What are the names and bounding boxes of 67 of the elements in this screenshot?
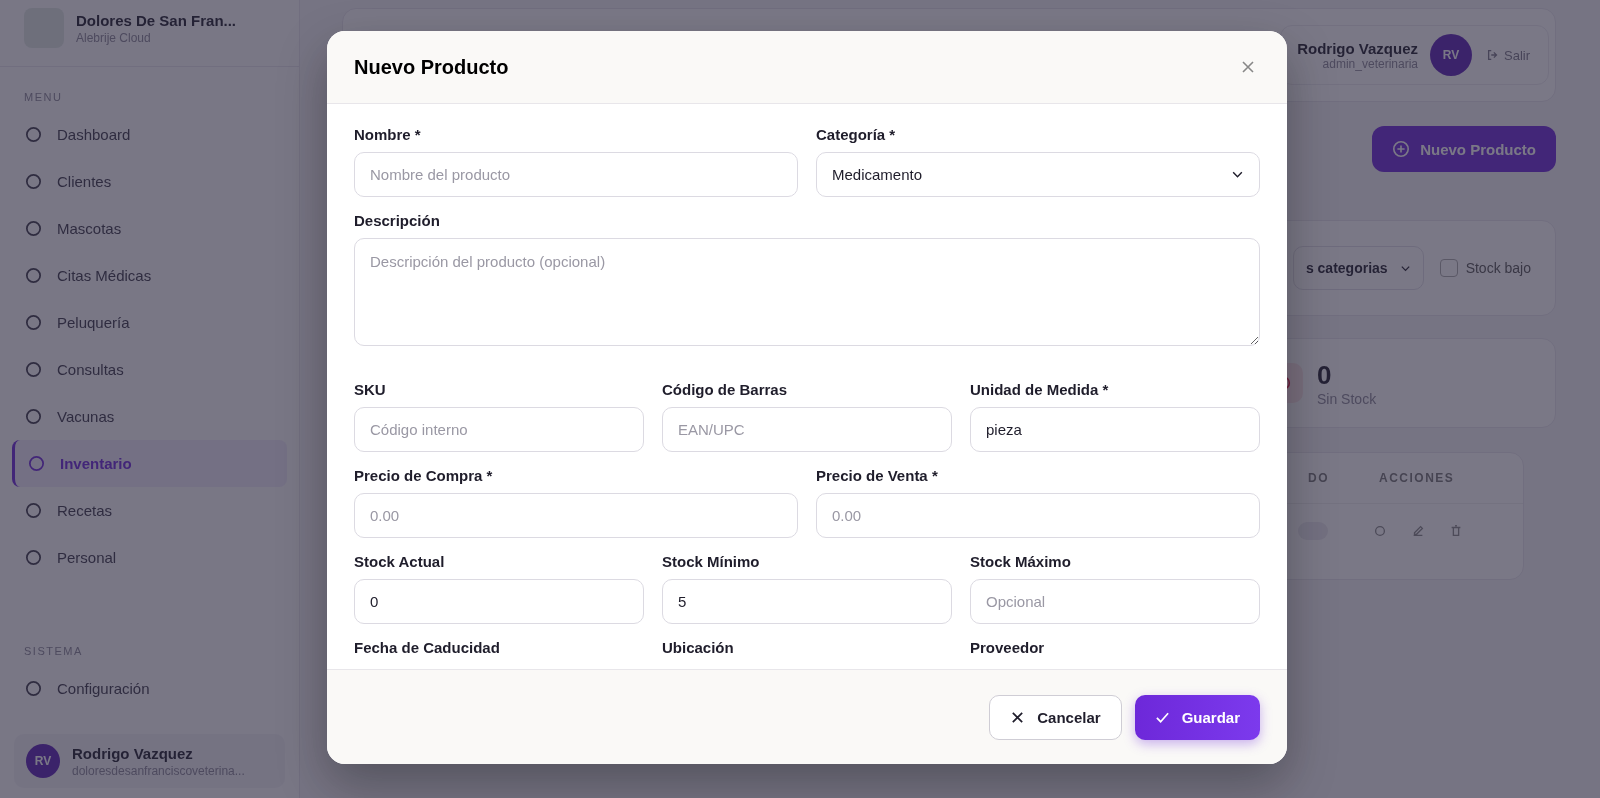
- delete-icon[interactable]: [1449, 524, 1463, 538]
- field-label: Precio de Venta *: [816, 467, 939, 484]
- field-label: Proveedor: [970, 639, 1046, 656]
- nav-icon: [24, 266, 43, 285]
- user-name: Rodrigo Vazquez: [1297, 39, 1418, 57]
- field-label: Categoría *: [816, 126, 897, 143]
- low-stock-checkbox[interactable]: [1439, 259, 1458, 277]
- nav-item[interactable]: Peluquería: [12, 299, 287, 346]
- text-field[interactable]: 5: [662, 579, 952, 624]
- nav-item[interactable]: Dashboard: [12, 111, 287, 158]
- field-label: Stock Mínimo: [662, 553, 761, 570]
- close-icon: [1010, 709, 1026, 725]
- text-field[interactable]: pieza: [970, 407, 1260, 452]
- nav-icon: [24, 172, 43, 191]
- nav-icon: [24, 360, 43, 379]
- nav-icon: [24, 407, 43, 426]
- field-label: Stock Actual: [354, 553, 446, 570]
- text-field[interactable]: Nombre del producto: [354, 152, 798, 197]
- nav-item[interactable]: Vacunas: [12, 393, 287, 440]
- field-label: Unidad de Medida *: [970, 381, 1110, 398]
- close-icon: [1240, 59, 1256, 75]
- save-button[interactable]: Guardar: [1134, 694, 1260, 740]
- field-label: SKU: [354, 381, 387, 398]
- text-field[interactable]: Código interno: [354, 407, 644, 452]
- text-field[interactable]: EAN/UPC: [662, 407, 952, 452]
- category-filter[interactable]: s categorias: [1292, 246, 1424, 290]
- logout-icon: [1486, 48, 1500, 62]
- nav-item[interactable]: Configuración: [12, 665, 287, 712]
- field-label: Ubicación: [662, 639, 735, 656]
- dialog-title: Nuevo Producto: [354, 55, 509, 79]
- nav-icon: [24, 501, 43, 520]
- stat-value: 0: [1317, 359, 1333, 391]
- user-avatar: RV: [1430, 34, 1472, 76]
- field-label: Precio de Compra *: [354, 467, 494, 484]
- description-field[interactable]: Descripción del producto (opcional): [354, 238, 1260, 346]
- nav-icon: [24, 125, 43, 144]
- nav-icon: [24, 219, 43, 238]
- nav-item[interactable]: Consultas: [12, 346, 287, 393]
- field-label: Código de Barras: [662, 381, 789, 398]
- text-field[interactable]: 0: [354, 579, 644, 624]
- plus-circle-icon: [1392, 140, 1411, 158]
- nav-item[interactable]: Recetas: [12, 487, 287, 534]
- edit-icon[interactable]: [1411, 524, 1425, 538]
- text-field[interactable]: Opcional: [970, 579, 1260, 624]
- text-field[interactable]: 0.00: [354, 493, 798, 538]
- user-name: Rodrigo Vazquez: [72, 744, 194, 762]
- nav-icon: [24, 679, 43, 698]
- nav-icon: [24, 548, 43, 567]
- new-product-button[interactable]: Nuevo Producto: [1372, 126, 1556, 172]
- category-select[interactable]: Medicamento: [816, 152, 1260, 197]
- view-icon[interactable]: [1373, 524, 1387, 538]
- nav-icon: [24, 313, 43, 332]
- nav-item[interactable]: Personal: [12, 534, 287, 581]
- user-avatar: RV: [26, 744, 60, 778]
- field-label: Nombre *: [354, 126, 422, 143]
- nav-item[interactable]: Citas Médicas: [12, 252, 287, 299]
- checkbox-label: Stock bajo: [1465, 260, 1531, 276]
- field-label: Fecha de Caducidad: [354, 639, 501, 656]
- nav-item[interactable]: Mascotas: [12, 205, 287, 252]
- text-field[interactable]: 0.00: [816, 493, 1260, 538]
- nav-icon: [27, 454, 46, 473]
- field-label: Stock Máximo: [970, 553, 1072, 570]
- nav-item[interactable]: Clientes: [12, 158, 287, 205]
- field-label: Descripción: [354, 212, 441, 229]
- nav-item[interactable]: Inventario: [12, 440, 287, 487]
- clinic-name: Dolores De San Fran...: [76, 11, 237, 29]
- cancel-button[interactable]: Cancelar: [989, 694, 1122, 740]
